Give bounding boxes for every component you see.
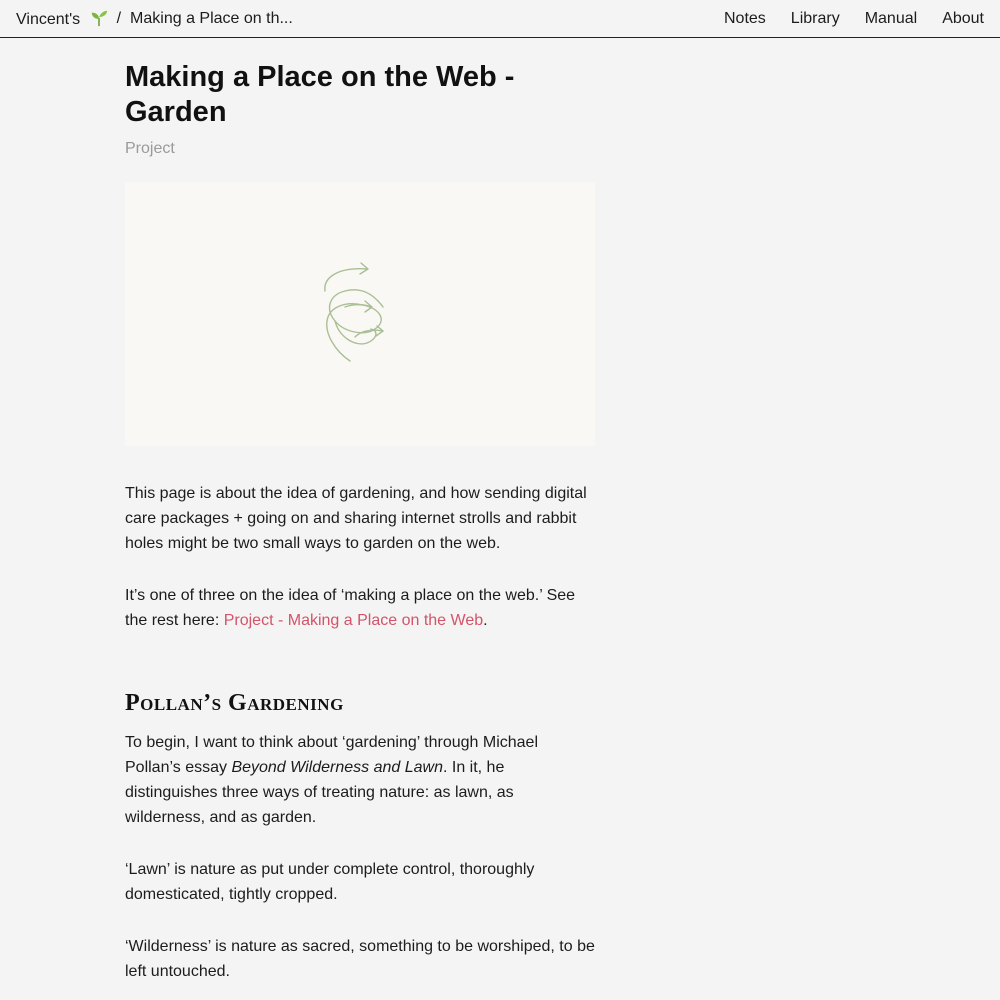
spiral-arrow-icon bbox=[324, 262, 384, 362]
series-paragraph: It’s one of three on the idea of ‘making… bbox=[125, 583, 595, 633]
breadcrumb-current-page: Making a Place on th... bbox=[130, 9, 293, 27]
page-title: Making a Place on the Web - Garden bbox=[125, 61, 515, 128]
pollan-paragraph: To begin, I want to think about ‘gardeni… bbox=[125, 730, 595, 830]
breadcrumb: Vincent's / Making a Place on th... bbox=[16, 9, 293, 29]
top-bar: Vincent's / Making a Place on th... Note… bbox=[0, 0, 1000, 38]
site-name: Vincent's bbox=[16, 10, 81, 28]
hero-image bbox=[125, 182, 595, 446]
article: Making a Place on the Web - Garden Proje… bbox=[125, 60, 595, 984]
essay-title: Beyond Wilderness and Lawn bbox=[231, 759, 443, 776]
series-link[interactable]: Project - Making a Place on the Web bbox=[224, 612, 483, 629]
intro-paragraph: This page is about the idea of gardening… bbox=[125, 485, 587, 552]
page-type-label: Project bbox=[125, 140, 175, 157]
main-nav: Notes Library Manual About bbox=[699, 10, 984, 28]
nav-about[interactable]: About bbox=[942, 10, 984, 28]
seedling-icon bbox=[91, 10, 107, 26]
lawn-paragraph: ‘Lawn’ is nature as put under complete c… bbox=[125, 861, 535, 903]
series-text-end: . bbox=[483, 612, 488, 629]
breadcrumb-separator: / bbox=[116, 9, 122, 27]
nav-manual[interactable]: Manual bbox=[865, 10, 917, 28]
nav-library[interactable]: Library bbox=[791, 10, 840, 28]
site-home-link[interactable]: Vincent's bbox=[16, 9, 108, 29]
section-heading: Pollan’s Gardening bbox=[125, 690, 344, 716]
wilderness-paragraph: ‘Wilderness’ is nature as sacred, someth… bbox=[125, 938, 595, 980]
nav-notes[interactable]: Notes bbox=[724, 10, 766, 28]
